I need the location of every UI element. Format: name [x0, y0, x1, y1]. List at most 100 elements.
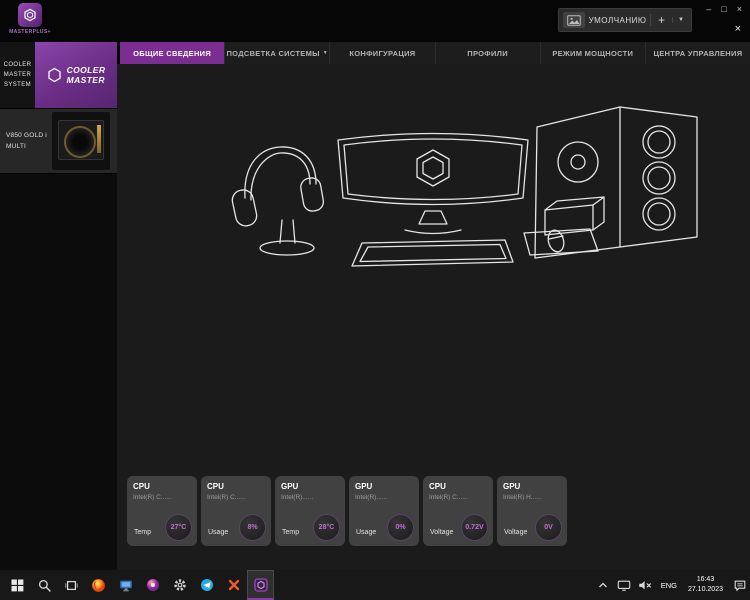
psu-product-image: [52, 112, 110, 170]
headset-stand-base: [259, 240, 315, 256]
task-view-icon: [65, 580, 78, 590]
sensor-card-cpu-usage: CPU Intel(R) C...... Usage 8%: [201, 476, 271, 546]
windows-logo-icon: [11, 579, 24, 591]
monitor-outline: [337, 132, 529, 206]
orange-x-app-icon[interactable]: [220, 570, 247, 600]
clock-date: 27.10.2023: [687, 586, 723, 593]
gear-icon: [173, 579, 186, 591]
x-mark-icon: [228, 579, 239, 591]
tab-system-lighting[interactable]: ПОДСВЕТКА СИСТЕМЫ ▼: [225, 42, 331, 64]
cooler-master-logo-text: COOLER MASTER: [66, 64, 106, 85]
profile-selector[interactable]: УМОЛЧАНИЮ + ▼: [558, 8, 692, 32]
network-display-icon[interactable]: [614, 570, 635, 600]
sensor-value-badge: 27°C: [165, 514, 192, 541]
sensor-metric: Usage: [208, 529, 229, 536]
cooler-master-hexagon-icon: [47, 67, 61, 83]
sensor-device: Intel(R)......: [355, 494, 388, 501]
masterplus-logo-text: MASTERPLUS+: [9, 29, 51, 35]
masterplus-logo: MASTERPLUS+: [9, 3, 51, 35]
volume-muted-icon[interactable]: [635, 570, 656, 600]
search-button[interactable]: [31, 570, 58, 600]
sensor-metric: Temp: [134, 529, 152, 536]
main-content: CPU Intel(R) C...... Temp 27°C CPU Intel…: [117, 64, 750, 570]
front-fan: [557, 141, 599, 183]
monitor-hexagon-logo: [416, 149, 450, 187]
display-icon: [119, 580, 132, 591]
masterplus-hexagon-icon: [18, 3, 42, 27]
sensor-value-badge: 0.72V: [461, 514, 488, 541]
mouse: [547, 229, 565, 253]
cooler-master-logo: COOLER MASTER: [35, 42, 117, 108]
tab-label: КОНФИГУРАЦИЯ: [349, 48, 416, 58]
masterplus-app-icon: [253, 577, 268, 592]
panel-close-button[interactable]: ×: [735, 23, 741, 35]
tab-power-mode[interactable]: РЕЖИМ МОЩНОСТИ: [540, 42, 646, 64]
sensor-metric: Voltage: [430, 529, 454, 536]
tab-configuration[interactable]: КОНФИГУРАЦИЯ: [330, 42, 436, 64]
telegram-plane-icon: [200, 579, 213, 591]
pc-case-outline: [534, 106, 698, 259]
system-label-line: COOLER: [3, 62, 32, 68]
window-controls: – □ ×: [706, 4, 742, 14]
system-label-line: SYSTEM: [3, 82, 32, 88]
device-name-line: V850 GOLD i: [6, 131, 47, 139]
titlebar: MASTERPLUS+ УМОЛЧАНИЮ + ▼ – □ × ×: [0, 0, 750, 42]
sensor-device: Intel(R)......: [281, 494, 314, 501]
device-name-line: MULTI: [6, 143, 27, 150]
tab-label: ПОДСВЕТКА СИСТЕМЫ: [226, 48, 320, 58]
sensor-device: Intel(R) C......: [207, 494, 246, 501]
tab-label: РЕЖИМ МОЩНОСТИ: [552, 48, 634, 58]
image-icon: [563, 12, 585, 28]
sensor-device: Intel(R) C......: [429, 494, 468, 501]
search-icon: [38, 579, 51, 592]
system-label: COOLER MASTER SYSTEM: [0, 42, 35, 108]
add-profile-button[interactable]: +: [650, 14, 672, 26]
clock-time: 16:43: [696, 575, 715, 583]
desktop-screen: MASTERPLUS+ УМОЛЧАНИЮ + ▼ – □ × × ОБЩИЕ …: [0, 0, 750, 600]
display-app-icon[interactable]: [112, 570, 139, 600]
minimize-button[interactable]: –: [706, 4, 711, 14]
headset-stand-pole: [279, 219, 296, 244]
sidebar: COOLER MASTER SYSTEM COOLER MASTER V850 …: [0, 42, 117, 570]
monitor-stand: [418, 210, 448, 225]
sensor-metric: Temp: [282, 529, 300, 536]
sensor-value-badge: 0%: [387, 514, 414, 541]
desk-setup-illustration: [231, 106, 698, 267]
close-button[interactable]: ×: [737, 4, 742, 14]
sensor-device: Intel(R) H......: [503, 494, 542, 501]
brand-row: COOLER MASTER SYSTEM COOLER MASTER: [0, 42, 117, 108]
sensor-device: Intel(R) C......: [133, 494, 172, 501]
chevron-down-icon: ▼: [322, 50, 329, 56]
sensor-cards: CPU Intel(R) C...... Temp 27°C CPU Intel…: [127, 476, 567, 546]
sensor-value-badge: 0V: [535, 514, 562, 541]
maximize-button[interactable]: □: [721, 4, 726, 14]
tab-label: ЦЕНТРА УПРАВЛЕНИЯ: [653, 48, 743, 58]
settings-gear-icon[interactable]: [166, 570, 193, 600]
tab-control-center[interactable]: ЦЕНТРА УПРАВЛЕНИЯ: [645, 42, 750, 64]
main-tabs: ОБЩИЕ СВЕДЕНИЯ ПОДСВЕТКА СИСТЕМЫ ▼ КОНФИ…: [120, 42, 750, 64]
telegram-icon[interactable]: [193, 570, 220, 600]
keyboard-outline: [351, 239, 514, 267]
task-view-button[interactable]: [58, 570, 85, 600]
chevron-down-icon[interactable]: ▼: [672, 17, 691, 23]
taskbar: ENG 16:43 27.10.2023: [0, 570, 750, 600]
action-center-icon[interactable]: [729, 570, 750, 600]
system-tray: ENG 16:43 27.10.2023: [593, 570, 750, 600]
start-button[interactable]: [4, 570, 31, 600]
tab-general-info[interactable]: ОБЩИЕ СВЕДЕНИЯ: [120, 42, 226, 64]
language-indicator[interactable]: ENG: [656, 581, 682, 590]
masterplus-taskbar-icon[interactable]: [247, 570, 274, 600]
media-app-icon[interactable]: [139, 570, 166, 600]
sensor-type: CPU: [429, 482, 446, 491]
tab-profiles[interactable]: ПРОФИЛИ: [435, 42, 541, 64]
tab-label: ОБЩИЕ СВЕДЕНИЯ: [133, 48, 212, 58]
masterplus-app-window: MASTERPLUS+ УМОЛЧАНИЮ + ▼ – □ × × ОБЩИЕ …: [0, 0, 750, 570]
sensor-metric: Usage: [356, 529, 377, 536]
firefox-icon[interactable]: [85, 570, 112, 600]
tray-expand-chevron-icon[interactable]: [593, 570, 614, 600]
clock[interactable]: 16:43 27.10.2023: [682, 575, 729, 596]
sensor-card-gpu-usage: GPU Intel(R)...... Usage 0%: [349, 476, 419, 546]
sensor-type: CPU: [133, 482, 150, 491]
device-item-v850[interactable]: V850 GOLD i MULTI: [0, 108, 117, 174]
sensor-value-badge: 8%: [239, 514, 266, 541]
